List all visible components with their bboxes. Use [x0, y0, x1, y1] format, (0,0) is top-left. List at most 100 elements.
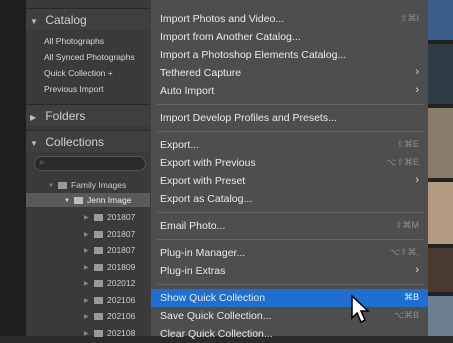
menu-item-export-as-catalog[interactable]: Export as Catalog...	[151, 190, 429, 208]
tree-item-label: Family Images	[71, 180, 127, 190]
photo-thumbnail[interactable]	[428, 44, 453, 104]
tree-item-jenn-image[interactable]: ▼ Jenn Image	[64, 195, 131, 205]
tree-child-collection[interactable]: ▶ 201807	[84, 229, 135, 239]
menu-separator	[157, 239, 423, 240]
menu-item-shortcut: ⌘B	[403, 292, 419, 302]
folders-section-header[interactable]: ▶ Folders	[26, 104, 150, 126]
menu-item-label: Clear Quick Collection...	[160, 328, 273, 340]
chevron-right-icon: ›	[415, 84, 419, 96]
triangle-right-icon: ▶	[84, 215, 89, 222]
menu-item-label: Import Photos and Video...	[160, 13, 285, 25]
triangle-right-icon: ▶	[84, 297, 89, 304]
tree-item-label: 202108	[107, 327, 136, 338]
menu-item-label: Export...	[160, 139, 200, 151]
tree-item-label: 202012	[107, 278, 136, 288]
photo-thumbnail[interactable]	[428, 0, 453, 40]
menu-item-shortcut: ⌥⇧⌘,	[389, 247, 419, 257]
menu-item-import-develop-profiles[interactable]: Import Develop Profiles and Presets...	[151, 109, 429, 127]
menu-item-label: Auto Import	[160, 85, 215, 97]
tree-child-collection[interactable]: ▶ 202106	[84, 295, 135, 305]
triangle-right-icon: ▶	[84, 231, 89, 238]
collection-icon	[94, 263, 103, 271]
triangle-right-icon: ▶	[84, 314, 89, 321]
triangle-right-icon: ▶	[84, 264, 89, 271]
menu-separator	[157, 212, 423, 213]
collection-icon	[94, 313, 103, 321]
menu-item-shortcut: ⇧⌘I	[399, 13, 419, 23]
tree-item-label: 201809	[107, 261, 136, 272]
collection-set-icon	[58, 182, 67, 190]
tree-item-label: 201807	[107, 228, 136, 239]
collection-icon	[94, 280, 103, 288]
menu-separator	[157, 131, 423, 132]
menu-item-shortcut: ⇧⌘E	[396, 139, 419, 149]
menu-item-email-photo[interactable]: Email Photo... ⇧⌘M	[151, 217, 429, 235]
collection-icon	[94, 296, 103, 304]
tree-item-family-images[interactable]: ▼ Family Images	[48, 180, 126, 190]
menu-item-label: Import Develop Profiles and Presets...	[160, 112, 337, 124]
catalog-item-all-photographs[interactable]: All Photographs	[44, 36, 104, 46]
collection-set-icon	[74, 197, 83, 205]
menu-item-label: Save Quick Collection...	[160, 310, 272, 322]
chevron-right-icon: ›	[415, 264, 419, 276]
menu-item-show-quick-collection[interactable]: Show Quick Collection ⌘B	[151, 289, 429, 307]
menu-item-label: Email Photo...	[160, 220, 226, 232]
search-icon: ⌕	[39, 157, 45, 168]
tree-child-collection[interactable]: ▶ 201809	[84, 262, 135, 272]
collections-title: Collections	[45, 135, 105, 149]
menu-item-export-with-preset[interactable]: Export with Preset ›	[151, 172, 429, 190]
chevron-right-icon: ›	[415, 174, 419, 186]
menu-item-clear-quick-collection[interactable]: Clear Quick Collection...	[151, 325, 429, 343]
menu-separator	[157, 284, 423, 285]
tree-child-collection[interactable]: ▶ 201807	[84, 245, 135, 255]
selected-tree-row[interactable]: ▼ Jenn Image	[26, 193, 150, 207]
tree-child-collection[interactable]: ▶ 202108	[84, 328, 135, 338]
menu-separator	[157, 104, 423, 105]
menu-item-export-with-previous[interactable]: Export with Previous ⌥⇧⌘E	[151, 154, 429, 172]
catalog-item-all-synced[interactable]: All Synced Photographs	[44, 52, 135, 62]
mouse-cursor-icon	[351, 294, 370, 324]
tree-item-label: 201807	[107, 212, 136, 222]
photo-thumbnail[interactable]	[428, 182, 453, 244]
menu-item-auto-import[interactable]: Auto Import ›	[151, 82, 429, 100]
photo-thumbnail[interactable]	[428, 108, 453, 178]
triangle-down-icon: ▼	[64, 197, 70, 204]
photo-thumbnail[interactable]	[428, 296, 453, 336]
tree-child-collection[interactable]: ▶ 202106	[84, 311, 135, 321]
catalog-title: Catalog	[45, 13, 87, 27]
triangle-down-icon: ▼	[48, 182, 54, 189]
photo-thumbnail[interactable]	[428, 248, 453, 292]
triangle-right-icon: ▶	[84, 281, 89, 288]
collection-icon	[94, 230, 103, 238]
collections-search-input[interactable]: ⌕	[34, 156, 146, 171]
triangle-down-icon: ▼	[30, 139, 38, 148]
collections-section-header[interactable]: ▼ Collections	[26, 130, 150, 152]
menu-item-plugin-manager[interactable]: Plug-in Manager... ⌥⇧⌘,	[151, 244, 429, 262]
tree-child-collection[interactable]: ▶ 202012	[84, 278, 135, 288]
photo-grid-edge	[428, 0, 453, 336]
triangle-right-icon: ▶	[84, 248, 89, 255]
menu-item-plugin-extras[interactable]: Plug-in Extras ›	[151, 262, 429, 280]
menu-item-export[interactable]: Export... ⇧⌘E	[151, 136, 429, 154]
folders-title: Folders	[45, 109, 86, 123]
collection-icon	[94, 247, 103, 255]
catalog-item-quick-collection[interactable]: Quick Collection +	[44, 68, 113, 78]
menu-item-shortcut: ⌥⌘B	[393, 310, 419, 320]
menu-item-import-photos[interactable]: Import Photos and Video... ⇧⌘I	[151, 10, 429, 28]
chevron-right-icon: ›	[415, 66, 419, 78]
tree-item-label: Jenn Image	[87, 195, 132, 205]
menu-item-save-quick-collection[interactable]: Save Quick Collection... ⌥⌘B	[151, 307, 429, 325]
menu-item-import-another-catalog[interactable]: Import from Another Catalog...	[151, 28, 429, 46]
menu-item-label: Plug-in Extras	[160, 265, 226, 277]
triangle-right-icon: ▶	[30, 113, 37, 122]
catalog-section-header[interactable]: ▼ Catalog	[26, 8, 150, 30]
catalog-item-previous-import[interactable]: Previous Import	[44, 84, 104, 94]
menu-item-import-pse-catalog[interactable]: Import a Photoshop Elements Catalog...	[151, 46, 429, 64]
menu-item-label: Show Quick Collection	[160, 292, 266, 304]
left-edge-strip	[0, 0, 26, 336]
tree-child-collection[interactable]: ▶ 201807	[84, 212, 135, 222]
menu-item-tethered-capture[interactable]: Tethered Capture ›	[151, 64, 429, 82]
triangle-down-icon: ▼	[30, 17, 38, 26]
file-menu: Import Photos and Video... ⇧⌘I Import fr…	[150, 0, 429, 340]
menu-item-label: Export as Catalog...	[160, 193, 253, 205]
